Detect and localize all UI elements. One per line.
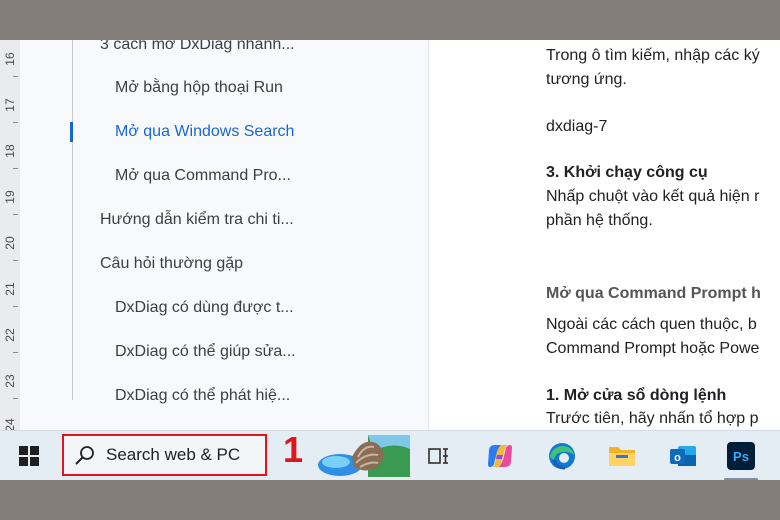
file-explorer-icon[interactable]: [605, 439, 639, 473]
ruler-number: 19: [3, 190, 17, 204]
outline-item[interactable]: DxDiag có thể giúp sửa...: [115, 343, 296, 361]
widgets-icon[interactable]: [312, 435, 410, 477]
ruler-number: 21: [3, 282, 17, 296]
outline-rail: [72, 40, 73, 400]
ruler-number: 18: [3, 144, 17, 158]
outline-item-active[interactable]: Mở qua Windows Search: [115, 123, 294, 141]
search-label: Search web & PC: [106, 445, 241, 464]
outline-item[interactable]: 3 cách mở DxDiag nhanh...: [100, 40, 295, 54]
taskbar-search-box[interactable]: Search web & PC: [62, 434, 267, 476]
doc-paragraph: dxdiag-7: [546, 118, 608, 135]
ruler-tick: [13, 76, 18, 77]
copilot-icon[interactable]: [483, 439, 517, 473]
doc-paragraph: Command Prompt hoặc Powe: [546, 340, 760, 357]
ruler-tick: [13, 122, 18, 123]
ruler-tick: [13, 306, 18, 307]
annotation-step-number: 1: [283, 429, 304, 470]
document-outline: 3 cách mở DxDiag nhanh... Mở bằng hộp th…: [20, 40, 429, 430]
doc-paragraph: Nhấp chuột vào kết quả hiện r: [546, 188, 760, 205]
ruler-number: 20: [3, 236, 17, 250]
ruler-tick: [13, 260, 18, 261]
ruler-number: 22: [3, 328, 17, 342]
taskbar: Search web & PC 1 o Ps: [0, 429, 780, 480]
ruler-tick: [13, 168, 18, 169]
ruler-number: 23: [3, 374, 17, 388]
doc-paragraph: Trước tiên, hãy nhấn tổ hợp p: [546, 410, 759, 427]
outline-item[interactable]: Hướng dẫn kiểm tra chi ti...: [100, 211, 294, 229]
outline-item[interactable]: Mở bằng hộp thoại Run: [115, 79, 283, 97]
photoshop-letter: Ps: [733, 449, 749, 464]
photoshop-icon[interactable]: Ps: [724, 439, 758, 473]
ruler-tick: [13, 398, 18, 399]
doc-heading: 3. Khởi chạy công cụ: [546, 164, 708, 181]
ruler-tick: [13, 214, 18, 215]
outline-item[interactable]: DxDiag có dùng được t...: [115, 299, 294, 317]
doc-paragraph: Trong ô tìm kiếm, nhập các ký: [546, 47, 760, 64]
screenshot: 16 17 18 19 20 21 22 23 24 3 cách mở DxD…: [0, 40, 780, 480]
outline-active-indicator: [70, 122, 73, 142]
doc-section-heading: Mở qua Command Prompt h: [546, 285, 761, 302]
doc-paragraph: phần hệ thống.: [546, 212, 653, 229]
edge-icon[interactable]: [545, 439, 579, 473]
outline-item[interactable]: Câu hỏi thường gặp: [100, 255, 243, 273]
vertical-ruler: 16 17 18 19 20 21 22 23 24: [0, 40, 21, 432]
windows-start-icon[interactable]: [12, 439, 46, 473]
document-body: Trong ô tìm kiếm, nhập các ký tương ứng.…: [429, 40, 780, 430]
ruler-tick: [13, 352, 18, 353]
active-app-indicator: [724, 478, 758, 480]
doc-paragraph: tương ứng.: [546, 71, 627, 88]
outline-item[interactable]: Mở qua Command Pro...: [115, 167, 291, 185]
doc-heading: 1. Mở cửa sổ dòng lệnh: [546, 387, 727, 404]
outlook-letter: o: [674, 452, 681, 464]
doc-paragraph: Ngoài các cách quen thuộc, b: [546, 316, 757, 333]
ruler-number: 16: [3, 52, 17, 66]
task-view-icon[interactable]: [421, 439, 455, 473]
search-icon: [74, 444, 96, 466]
outline-item[interactable]: DxDiag có thể phát hiệ...: [115, 387, 290, 405]
ruler-number: 17: [3, 98, 17, 112]
outlook-icon[interactable]: o: [666, 439, 700, 473]
